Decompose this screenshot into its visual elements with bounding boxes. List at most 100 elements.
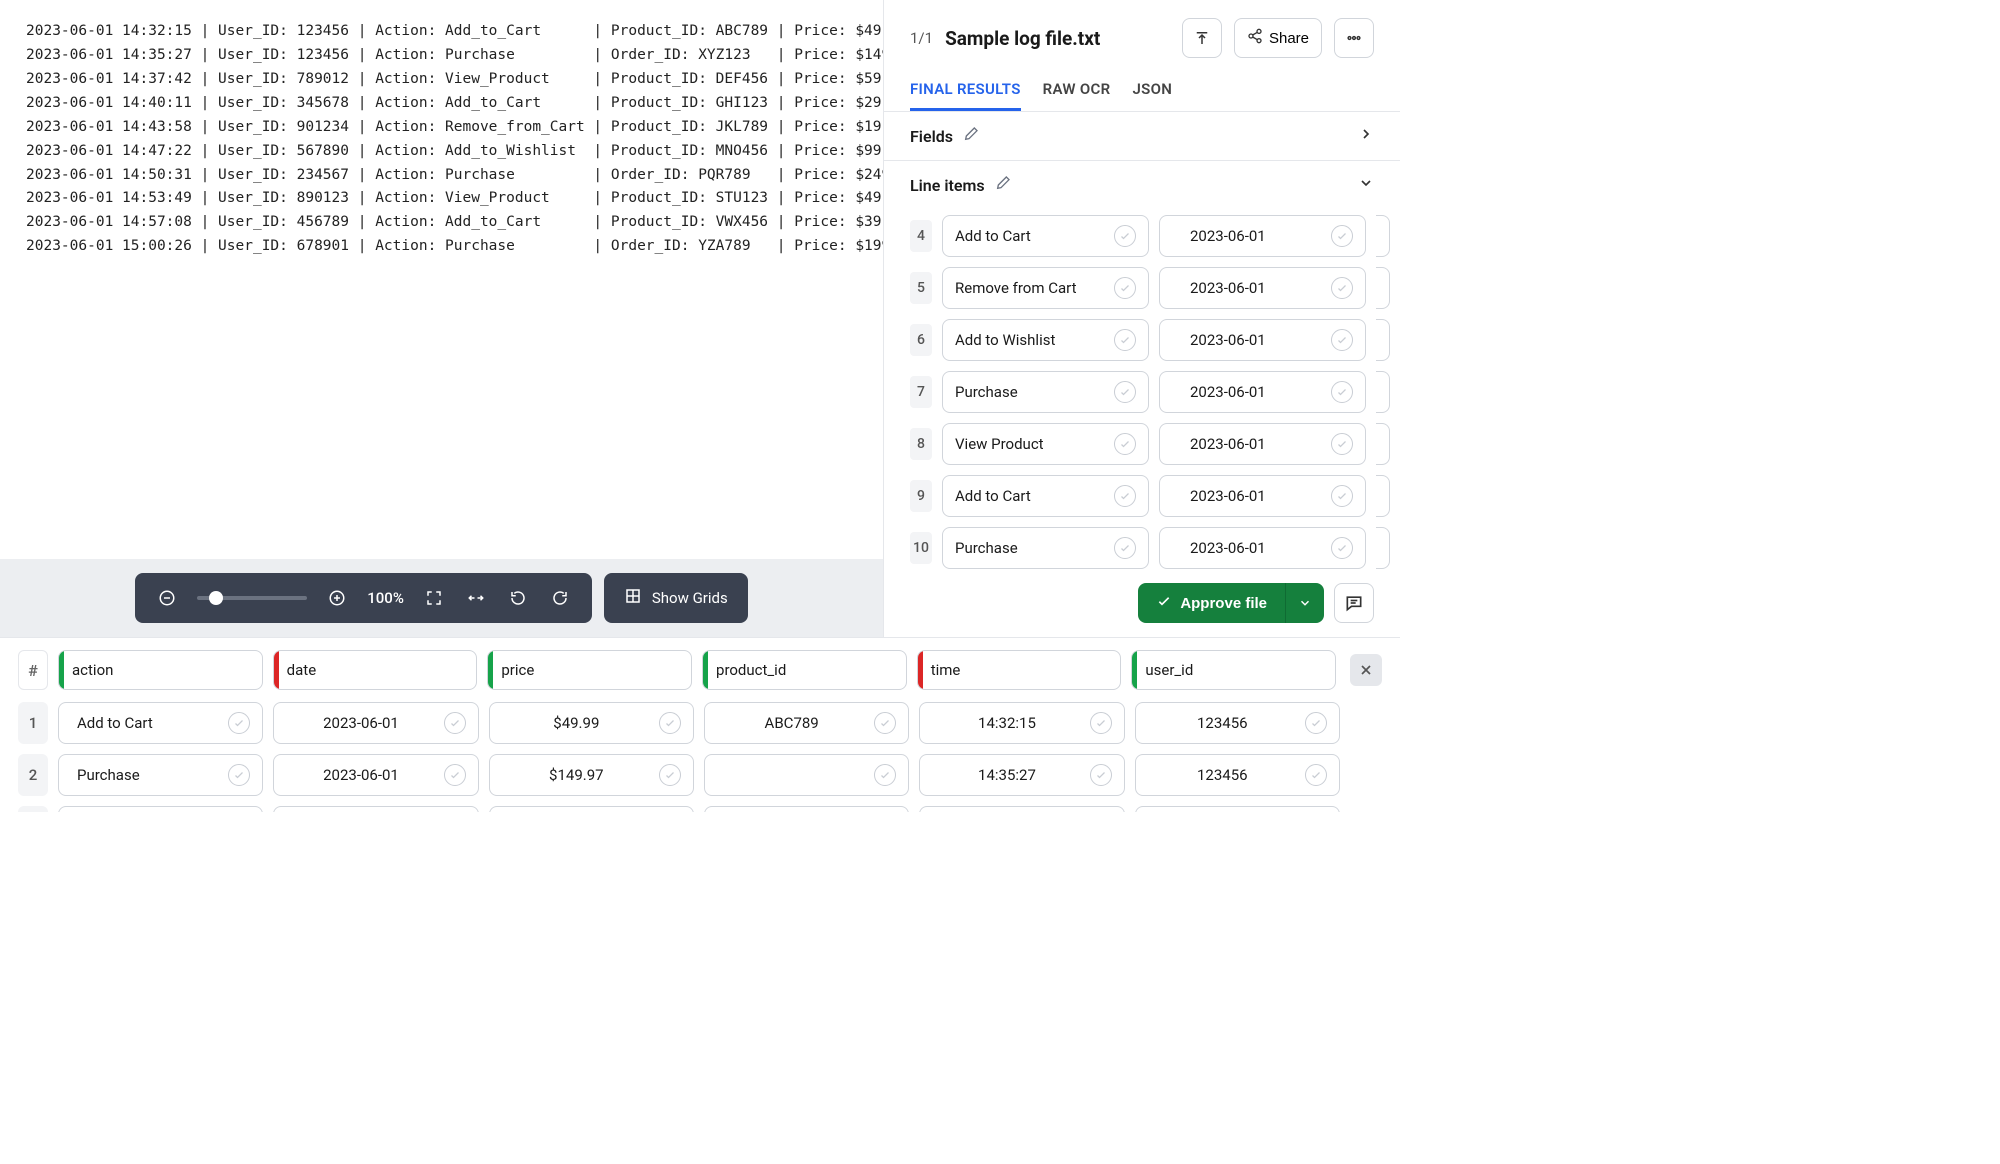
check-circle-icon[interactable]: [1114, 225, 1136, 247]
check-circle-icon[interactable]: [1114, 277, 1136, 299]
cell-product_id[interactable]: ABC789: [704, 702, 909, 744]
column-header-action[interactable]: action: [58, 650, 263, 690]
check-circle-icon[interactable]: [1331, 381, 1353, 403]
check-circle-icon[interactable]: [444, 712, 466, 734]
fullscreen-icon[interactable]: [422, 586, 446, 610]
cell-price[interactable]: $49.99: [489, 702, 694, 744]
cell-date[interactable]: 2023-06-01: [273, 702, 478, 744]
rotate-right-icon[interactable]: [548, 586, 572, 610]
chevron-right-icon[interactable]: [1358, 126, 1374, 146]
cell-time[interactable]: 14:32:15: [919, 702, 1124, 744]
cell-date[interactable]: 2023-06-01: [273, 806, 478, 812]
cell-value: 2023-06-01: [286, 766, 435, 784]
line-item-action-cell[interactable]: Purchase: [942, 527, 1149, 569]
check-circle-icon[interactable]: [228, 764, 250, 786]
cell-time[interactable]: 14:37:42: [919, 806, 1124, 812]
line-item-action-cell[interactable]: View Product: [942, 423, 1149, 465]
line-item-date-cell[interactable]: 2023-06-01: [1159, 475, 1366, 517]
line-item-more-cell[interactable]: [1376, 475, 1390, 517]
line-items-section-header[interactable]: Line items: [884, 161, 1400, 209]
check-circle-icon[interactable]: [874, 764, 896, 786]
line-item-more-cell[interactable]: [1376, 527, 1390, 569]
cell-user_id[interactable]: 789012: [1135, 806, 1340, 812]
line-item-date-cell[interactable]: 2023-06-01: [1159, 423, 1366, 465]
line-item-date-cell[interactable]: 2023-06-01: [1159, 371, 1366, 413]
close-columns-button[interactable]: [1350, 654, 1382, 686]
cell-time[interactable]: 14:35:27: [919, 754, 1124, 796]
check-circle-icon[interactable]: [1331, 329, 1353, 351]
check-circle-icon[interactable]: [1331, 225, 1353, 247]
rotate-left-icon[interactable]: [506, 586, 530, 610]
cell-action[interactable]: View Product: [58, 806, 263, 812]
chat-button[interactable]: [1334, 583, 1374, 623]
cell-price[interactable]: $59.99: [489, 806, 694, 812]
approve-file-button[interactable]: Approve file: [1138, 583, 1285, 623]
check-circle-icon[interactable]: [874, 712, 896, 734]
cell-date[interactable]: 2023-06-01: [273, 754, 478, 796]
check-circle-icon[interactable]: [1331, 277, 1353, 299]
cell-product_id[interactable]: [704, 754, 909, 796]
check-circle-icon[interactable]: [1090, 712, 1112, 734]
tab-json[interactable]: JSON: [1133, 70, 1173, 111]
tab-raw-ocr[interactable]: RAW OCR: [1043, 70, 1111, 111]
table-row: 1Add to Cart2023-06-01$49.99ABC78914:32:…: [18, 702, 1382, 744]
share-button[interactable]: Share: [1234, 18, 1322, 58]
cell-action[interactable]: Add to Cart: [58, 702, 263, 744]
check-circle-icon[interactable]: [1114, 381, 1136, 403]
line-item-more-cell[interactable]: [1376, 319, 1390, 361]
check-circle-icon[interactable]: [1090, 764, 1112, 786]
line-item-date-cell[interactable]: 2023-06-01: [1159, 215, 1366, 257]
approve-dropdown-button[interactable]: [1285, 583, 1324, 623]
chevron-down-icon[interactable]: [1358, 175, 1374, 195]
upload-button[interactable]: [1182, 18, 1222, 58]
file-counter: 1/1: [910, 29, 933, 47]
check-circle-icon[interactable]: [1305, 712, 1327, 734]
cell-action[interactable]: Purchase: [58, 754, 263, 796]
column-header-user_id[interactable]: user_id: [1131, 650, 1336, 690]
row-number: 7: [910, 376, 932, 408]
check-circle-icon[interactable]: [1331, 485, 1353, 507]
check-circle-icon[interactable]: [228, 712, 250, 734]
cell-value: 2023-06-01: [1172, 383, 1323, 401]
check-circle-icon[interactable]: [1114, 537, 1136, 559]
check-circle-icon[interactable]: [1305, 764, 1327, 786]
check-circle-icon[interactable]: [1114, 485, 1136, 507]
line-item-date-cell[interactable]: 2023-06-01: [1159, 527, 1366, 569]
column-header-date[interactable]: date: [273, 650, 478, 690]
line-item-action-cell[interactable]: Purchase: [942, 371, 1149, 413]
check-circle-icon[interactable]: [1331, 537, 1353, 559]
line-item-more-cell[interactable]: [1376, 423, 1390, 465]
more-button[interactable]: [1334, 18, 1374, 58]
zoom-out-icon[interactable]: [155, 586, 179, 610]
line-item-action-cell[interactable]: Add to Cart: [942, 475, 1149, 517]
edit-fields-icon[interactable]: [963, 126, 979, 146]
check-circle-icon[interactable]: [444, 764, 466, 786]
column-header-time[interactable]: time: [917, 650, 1122, 690]
cell-user_id[interactable]: 123456: [1135, 702, 1340, 744]
edit-line-items-icon[interactable]: [995, 175, 1011, 195]
check-circle-icon[interactable]: [659, 712, 681, 734]
line-item-action-cell[interactable]: Add to Cart: [942, 215, 1149, 257]
line-item-more-cell[interactable]: [1376, 215, 1390, 257]
column-header-product_id[interactable]: product_id: [702, 650, 907, 690]
check-circle-icon[interactable]: [1331, 433, 1353, 455]
fit-width-icon[interactable]: [464, 586, 488, 610]
check-circle-icon[interactable]: [659, 764, 681, 786]
cell-product_id[interactable]: DEF456: [704, 806, 909, 812]
column-header-price[interactable]: price: [487, 650, 692, 690]
zoom-slider[interactable]: [197, 596, 307, 600]
check-circle-icon[interactable]: [1114, 329, 1136, 351]
line-item-more-cell[interactable]: [1376, 267, 1390, 309]
line-item-action-cell[interactable]: Remove from Cart: [942, 267, 1149, 309]
fields-section-header[interactable]: Fields: [884, 112, 1400, 161]
cell-price[interactable]: $149.97: [489, 754, 694, 796]
line-item-action-cell[interactable]: Add to Wishlist: [942, 319, 1149, 361]
check-circle-icon[interactable]: [1114, 433, 1136, 455]
line-item-more-cell[interactable]: [1376, 371, 1390, 413]
tab-final-results[interactable]: FINAL RESULTS: [910, 70, 1021, 111]
cell-user_id[interactable]: 123456: [1135, 754, 1340, 796]
show-grids-button[interactable]: Show Grids: [604, 573, 748, 623]
line-item-date-cell[interactable]: 2023-06-01: [1159, 267, 1366, 309]
line-item-date-cell[interactable]: 2023-06-01: [1159, 319, 1366, 361]
zoom-in-icon[interactable]: [325, 586, 349, 610]
